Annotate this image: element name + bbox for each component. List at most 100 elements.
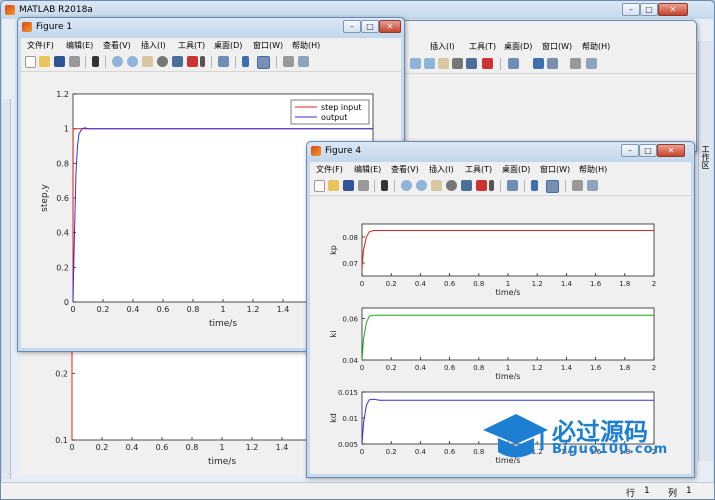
menu-file[interactable]: 文件(F) bbox=[27, 40, 54, 51]
zoom-out-icon[interactable] bbox=[424, 58, 435, 69]
close-button[interactable]: ✕ bbox=[658, 3, 688, 16]
menu-help[interactable]: 帮助(H) bbox=[292, 40, 320, 51]
x-axis-label: time/s bbox=[496, 288, 521, 297]
show-tools-icon[interactable] bbox=[587, 180, 598, 191]
colorbar-icon[interactable] bbox=[531, 180, 538, 191]
figure4-minimize-button[interactable]: – bbox=[621, 144, 639, 157]
figure4-close-button[interactable]: ✕ bbox=[657, 144, 685, 157]
pan-icon[interactable] bbox=[438, 58, 449, 69]
y-axis-label: ki bbox=[329, 331, 338, 338]
menu-tools[interactable]: 工具(T) bbox=[465, 164, 492, 175]
zoom-in-icon[interactable] bbox=[410, 58, 421, 69]
matlab-title: MATLAB R2018a bbox=[19, 5, 93, 15]
hide-tools-icon[interactable] bbox=[283, 56, 294, 67]
new-figure-icon[interactable] bbox=[314, 180, 325, 192]
open-icon[interactable] bbox=[328, 180, 339, 191]
x-tick-label: 1 bbox=[220, 305, 225, 314]
link-icon[interactable] bbox=[507, 180, 518, 191]
brush-icon[interactable] bbox=[187, 56, 198, 67]
menu-file[interactable]: 文件(F) bbox=[316, 164, 343, 175]
x-tick-label: 0.8 bbox=[473, 364, 484, 372]
menu-window[interactable]: 窗口(W) bbox=[540, 164, 570, 175]
menu-view[interactable]: 查看(V) bbox=[103, 40, 131, 51]
zoom-in-icon[interactable] bbox=[401, 180, 412, 191]
legend-icon[interactable] bbox=[547, 58, 558, 69]
menu-help[interactable]: 帮助(H) bbox=[579, 164, 607, 175]
figure1-maximize-button[interactable]: □ bbox=[361, 20, 379, 33]
y-tick-label: 0.2 bbox=[55, 369, 68, 378]
menu-desktop[interactable]: 桌面(D) bbox=[502, 164, 530, 175]
legend-icon[interactable] bbox=[546, 180, 559, 193]
x-tick-label: 0 bbox=[69, 443, 74, 452]
rotate-icon[interactable] bbox=[446, 180, 457, 191]
legend-icon[interactable] bbox=[257, 56, 270, 69]
maximize-button[interactable]: □ bbox=[640, 3, 658, 16]
datacursor-icon[interactable] bbox=[461, 180, 472, 191]
menu-view[interactable]: 查看(V) bbox=[391, 164, 419, 175]
x-tick-label: 0 bbox=[360, 280, 364, 288]
hide-tools-icon[interactable] bbox=[572, 180, 583, 191]
toolbar-separator bbox=[105, 56, 106, 68]
menu-edit[interactable]: 编辑(E) bbox=[354, 164, 381, 175]
menu-tools[interactable]: 工具(T) bbox=[178, 40, 205, 51]
x-tick-label: 0.8 bbox=[187, 305, 200, 314]
figure1-menubar: 文件(F) 编辑(E) 查看(V) 插入(I) 工具(T) 桌面(D) 窗口(W… bbox=[21, 38, 401, 52]
save-icon[interactable] bbox=[54, 56, 65, 67]
minimize-button[interactable]: – bbox=[622, 3, 640, 16]
show-tools-icon[interactable] bbox=[298, 56, 309, 67]
brush-dropdown-icon[interactable] bbox=[489, 180, 494, 191]
colorbar-icon[interactable] bbox=[533, 58, 544, 69]
colorbar-icon[interactable] bbox=[242, 56, 249, 67]
figure4-toolbar bbox=[310, 177, 691, 196]
behind-menu-help[interactable]: 帮助(H) bbox=[582, 41, 610, 52]
behind-menu-tools[interactable]: 工具(T) bbox=[469, 41, 496, 52]
zoom-out-icon[interactable] bbox=[127, 56, 138, 67]
figure-icon bbox=[22, 22, 32, 32]
figure1-titlebar[interactable]: Figure 1 – □ ✕ bbox=[18, 18, 404, 38]
brush-dropdown-icon[interactable] bbox=[200, 56, 205, 67]
toolbar-separator bbox=[211, 56, 212, 68]
show-tools-icon[interactable] bbox=[586, 58, 597, 69]
link-icon[interactable] bbox=[508, 58, 519, 69]
brush-icon[interactable] bbox=[476, 180, 487, 191]
datacursor-icon[interactable] bbox=[172, 56, 183, 67]
save-icon[interactable] bbox=[343, 180, 354, 191]
menu-insert[interactable]: 插入(I) bbox=[429, 164, 454, 175]
behind-menu-window[interactable]: 窗口(W) bbox=[542, 41, 572, 52]
behind-menu-desktop[interactable]: 桌面(D) bbox=[504, 41, 532, 52]
menu-edit[interactable]: 编辑(E) bbox=[66, 40, 93, 51]
behind-plot-area: 0 0.2 0.4 0.6 0.8 1 1.2 1.4 0.1 0.2 time/s bbox=[20, 339, 373, 475]
print-icon[interactable] bbox=[358, 180, 369, 191]
figure4-menubar: 文件(F) 编辑(E) 查看(V) 插入(I) 工具(T) 桌面(D) 窗口(W… bbox=[310, 162, 691, 176]
open-icon[interactable] bbox=[39, 56, 50, 67]
zoom-out-icon[interactable] bbox=[416, 180, 427, 191]
x-tick-label: 0.4 bbox=[415, 448, 427, 456]
figure1-minimize-button[interactable]: – bbox=[343, 20, 361, 33]
pan-icon[interactable] bbox=[142, 56, 153, 67]
x-tick-label: 0.2 bbox=[97, 305, 110, 314]
arrow-pointer-icon[interactable] bbox=[92, 56, 99, 67]
figure4-maximize-button[interactable]: □ bbox=[639, 144, 657, 157]
pan-icon[interactable] bbox=[431, 180, 442, 191]
figure4-titlebar[interactable]: Figure 4 – □ ✕ bbox=[307, 142, 694, 162]
menu-insert[interactable]: 插入(I) bbox=[141, 40, 166, 51]
new-figure-icon[interactable] bbox=[25, 56, 36, 68]
rotate-icon[interactable] bbox=[452, 58, 463, 69]
datacursor-icon[interactable] bbox=[466, 58, 477, 69]
hide-tools-icon[interactable] bbox=[570, 58, 581, 69]
behind-menu-insert[interactable]: 插入(I) bbox=[430, 41, 455, 52]
behind-chart: 0 0.2 0.4 0.6 0.8 1 1.2 1.4 0.1 0.2 time/s bbox=[55, 339, 373, 467]
brush-icon[interactable] bbox=[482, 58, 493, 69]
menu-window[interactable]: 窗口(W) bbox=[253, 40, 283, 51]
y-tick-label: 0.1 bbox=[55, 436, 68, 445]
menu-desktop[interactable]: 桌面(D) bbox=[214, 40, 242, 51]
status-row-label: 行 bbox=[626, 489, 636, 499]
figure1-close-button[interactable]: ✕ bbox=[379, 20, 401, 33]
print-icon[interactable] bbox=[69, 56, 80, 67]
rotate-icon[interactable] bbox=[157, 56, 168, 67]
arrow-pointer-icon[interactable] bbox=[381, 180, 388, 191]
zoom-in-icon[interactable] bbox=[112, 56, 123, 67]
link-icon[interactable] bbox=[218, 56, 229, 67]
y-tick-label: 0 bbox=[64, 298, 69, 307]
workspace-side-panel[interactable]: 工作区 bbox=[698, 41, 713, 461]
